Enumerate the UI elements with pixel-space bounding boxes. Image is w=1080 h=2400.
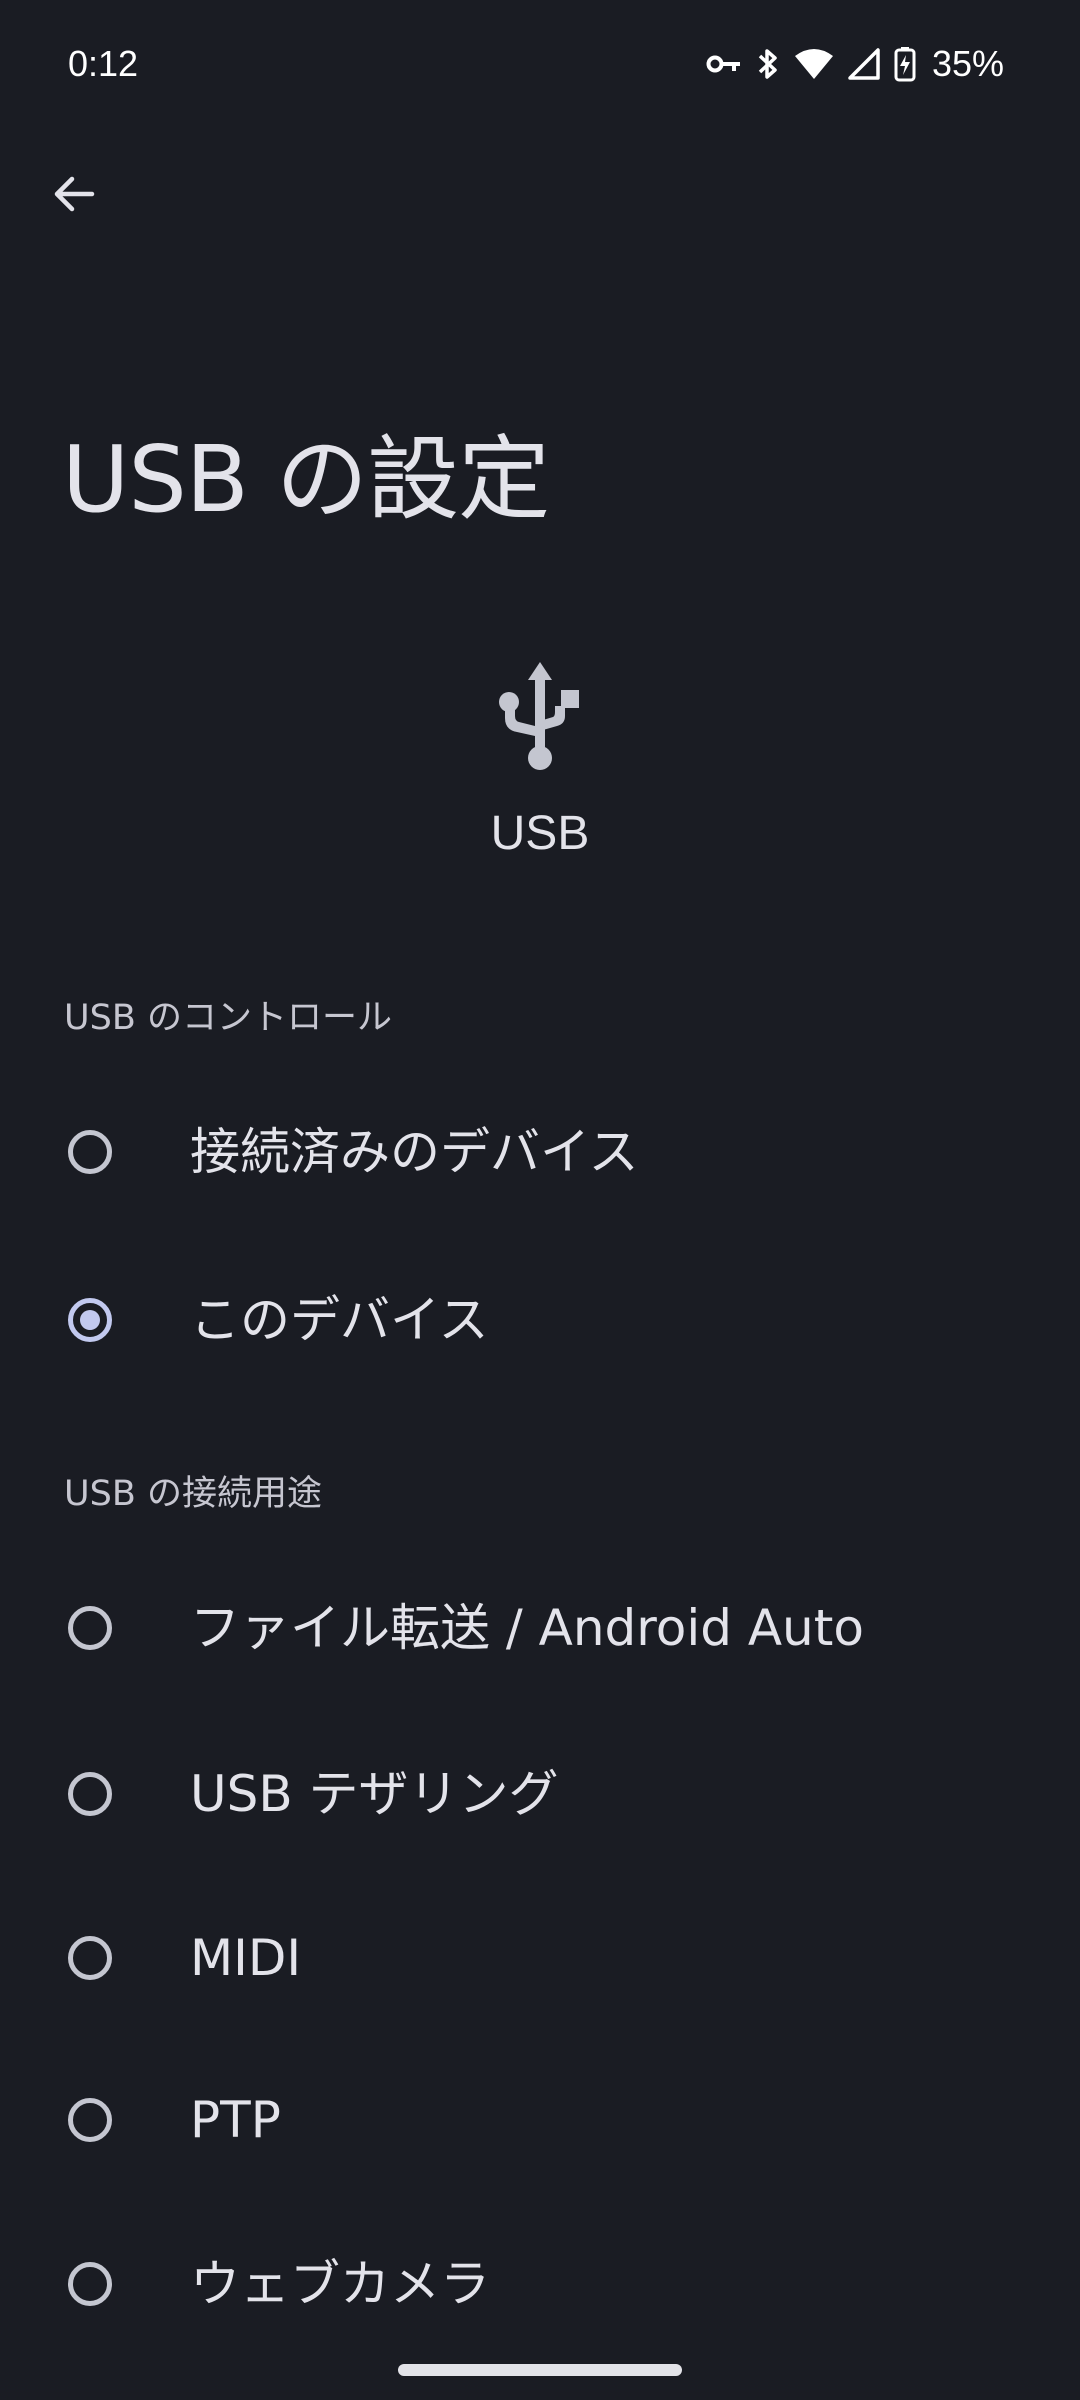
section-header-usb-purpose: USB の接続用途 — [64, 1474, 322, 1514]
radio-option-connected-device[interactable]: 接続済みのデバイス — [0, 1072, 1080, 1232]
radio-option-label: ファイル転送 / Android Auto — [190, 1599, 864, 1657]
radio-option-usb-tethering[interactable]: USB テザリング — [0, 1714, 1080, 1874]
battery-percent: 35% — [931, 43, 1004, 84]
back-button[interactable] — [36, 158, 112, 234]
radio-option-label: このデバイス — [190, 1291, 489, 1349]
radio-button[interactable] — [68, 1130, 112, 1174]
radio-option-this-device[interactable]: このデバイス — [0, 1240, 1080, 1400]
radio-option-webcam[interactable]: ウェブカメラ — [0, 2204, 1080, 2364]
usb-hero: USB — [0, 660, 1080, 866]
radio-button[interactable] — [68, 1936, 112, 1980]
radio-option-label: ウェブカメラ — [190, 2255, 490, 2313]
gesture-nav-handle[interactable] — [398, 2364, 682, 2376]
radio-button[interactable] — [68, 1772, 112, 1816]
usb-icon — [0, 660, 1080, 780]
radio-option-midi[interactable]: MIDI — [0, 1878, 1080, 2038]
cell-signal-icon — [848, 48, 880, 80]
usb-hero-label: USB — [490, 807, 590, 860]
radio-option-ptp[interactable]: PTP — [0, 2040, 1080, 2200]
radio-button-selected[interactable] — [68, 1298, 112, 1342]
status-icons: 35% — [706, 38, 1004, 90]
status-time: 0:12 — [68, 43, 139, 84]
page-title: USB の設定 — [62, 426, 550, 533]
battery-charging-icon — [894, 46, 916, 82]
radio-option-label: 接続済みのデバイス — [190, 1123, 639, 1181]
radio-option-file-transfer[interactable]: ファイル転送 / Android Auto — [0, 1548, 1080, 1708]
section-header-usb-control: USB のコントロール — [64, 998, 392, 1038]
radio-option-label: USB テザリング — [190, 1765, 559, 1823]
radio-option-label: PTP — [190, 2091, 281, 2149]
status-bar: 0:12 35% — [0, 0, 1080, 128]
vpn-key-icon — [706, 53, 742, 75]
radio-option-label: MIDI — [190, 1929, 302, 1987]
wifi-icon — [794, 48, 834, 80]
arrow-back-icon — [50, 170, 98, 222]
radio-button[interactable] — [68, 1606, 112, 1650]
bluetooth-icon — [756, 46, 780, 82]
radio-button[interactable] — [68, 2098, 112, 2142]
radio-button[interactable] — [68, 2262, 112, 2306]
